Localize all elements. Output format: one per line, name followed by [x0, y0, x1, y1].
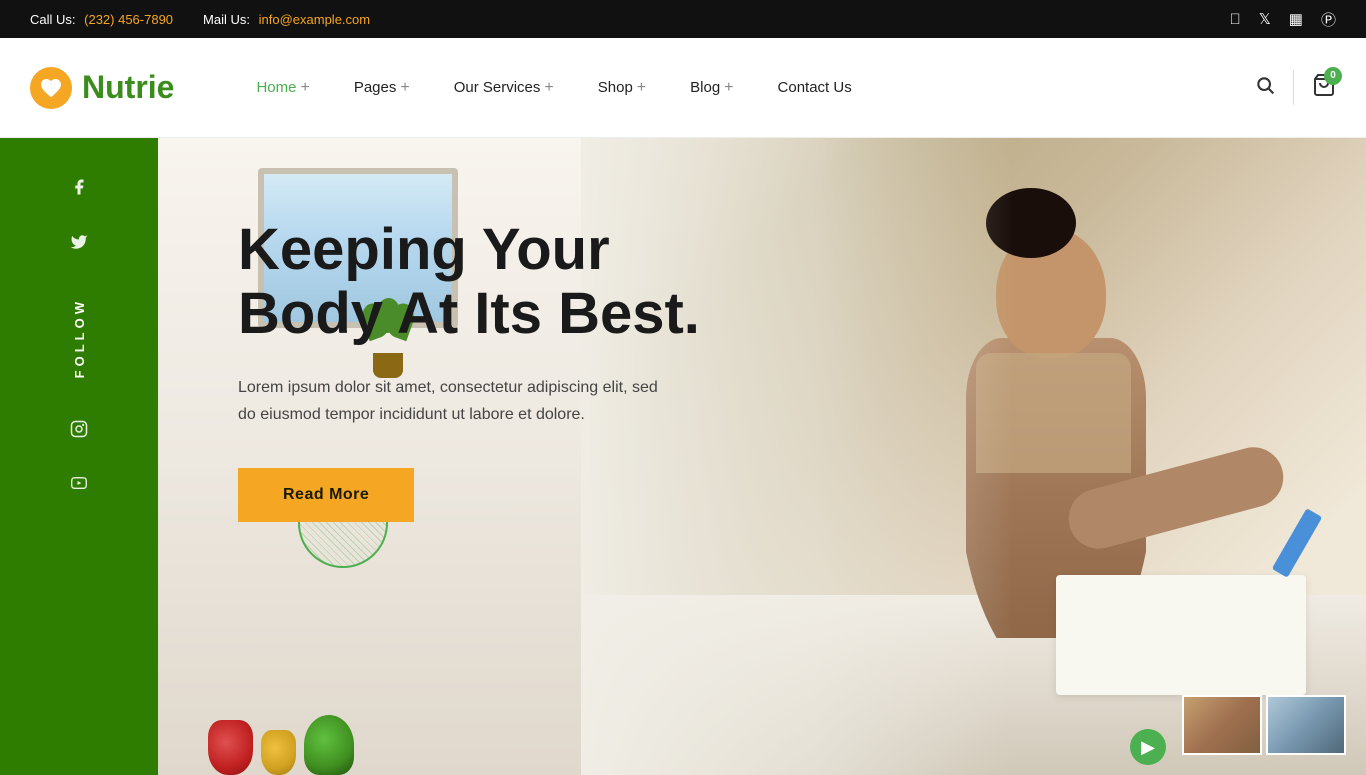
header: Nutrie Home + Pages + Our Services + Sho… — [0, 38, 1366, 138]
sidebar: FOLLOW — [0, 138, 158, 775]
green-pepper-icon — [304, 715, 354, 775]
pinterest-icon-top[interactable]: Ⓟ — [1321, 9, 1336, 30]
main-nav: Home + Pages + Our Services + Shop + Blo… — [234, 38, 1255, 138]
sidebar-youtube-icon[interactable] — [69, 475, 89, 496]
read-more-button[interactable]: Read More — [238, 468, 414, 522]
header-actions: 0 — [1255, 70, 1336, 105]
nav-services[interactable]: Our Services + — [432, 38, 576, 138]
top-bar: Call Us: (232) 456-7890 Mail Us: info@ex… — [0, 0, 1366, 38]
top-bar-social:  𝕏 ▦ Ⓟ — [1229, 9, 1336, 30]
instagram-icon-top[interactable]: ▦ — [1289, 10, 1303, 28]
header-divider — [1293, 70, 1294, 105]
follow-label: FOLLOW — [72, 298, 87, 378]
yellow-pepper-icon — [261, 730, 296, 775]
hero-section: Keeping Your Body At Its Best. Lorem ips… — [158, 138, 1366, 775]
search-button[interactable] — [1255, 75, 1275, 100]
thumbnail-strip — [1182, 695, 1346, 755]
facebook-icon-top[interactable]:  — [1229, 11, 1240, 28]
logo-icon — [30, 67, 72, 109]
sidebar-instagram-icon[interactable] — [70, 420, 88, 443]
logo[interactable]: Nutrie — [30, 67, 174, 109]
twitter-icon-top[interactable]: 𝕏 — [1259, 10, 1271, 28]
nav-contact[interactable]: Contact Us — [756, 38, 874, 138]
main-layout: FOLLOW — [0, 138, 1366, 775]
mail-info: Mail Us: info@example.com — [203, 12, 370, 27]
cart-button[interactable]: 0 — [1312, 73, 1336, 103]
next-slide-button[interactable]: ▶ — [1130, 729, 1166, 765]
logo-text: Nutrie — [82, 69, 174, 106]
nav-home[interactable]: Home + — [234, 38, 331, 138]
hero-buttons: Read More — [238, 468, 818, 522]
thumbnail-1[interactable] — [1182, 695, 1262, 755]
mail-email[interactable]: info@example.com — [259, 12, 370, 27]
thumbnail-2[interactable] — [1266, 695, 1346, 755]
hero-title: Keeping Your Body At Its Best. — [238, 218, 818, 346]
top-bar-left: Call Us: (232) 456-7890 Mail Us: info@ex… — [30, 12, 370, 27]
nav-shop[interactable]: Shop + — [576, 38, 668, 138]
nav-pages[interactable]: Pages + — [332, 38, 432, 138]
call-info: Call Us: (232) 456-7890 — [30, 12, 173, 27]
veggie-decoration — [208, 715, 354, 775]
call-number[interactable]: (232) 456-7890 — [84, 12, 173, 27]
sidebar-twitter-icon[interactable] — [70, 233, 88, 256]
hero-description: Lorem ipsum dolor sit amet, consectetur … — [238, 374, 668, 428]
nav-blog[interactable]: Blog + — [668, 38, 755, 138]
sidebar-facebook-icon[interactable] — [70, 178, 88, 201]
cart-badge: 0 — [1324, 67, 1342, 85]
red-pepper-icon — [208, 720, 253, 775]
hero-content: Keeping Your Body At Its Best. Lorem ips… — [158, 138, 878, 582]
